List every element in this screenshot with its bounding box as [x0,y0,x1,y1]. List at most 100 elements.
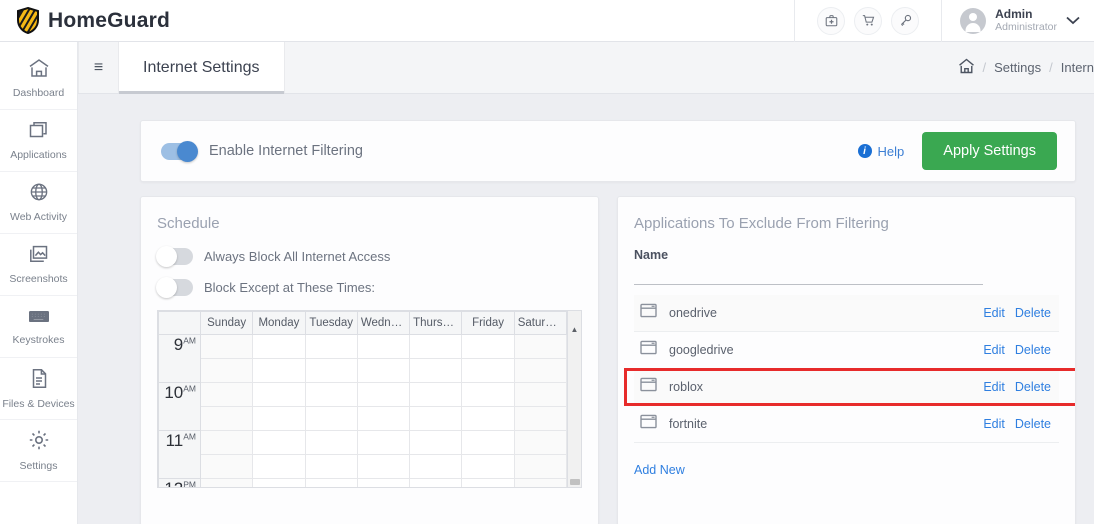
schedule-cell[interactable] [304,454,358,479]
schedule-cell[interactable] [304,382,358,407]
delete-link[interactable]: Delete [1015,380,1051,394]
schedule-cell[interactable] [356,382,411,407]
schedule-cell[interactable] [513,430,567,455]
edit-link[interactable]: Edit [983,417,1005,431]
enable-internet-filtering-toggle[interactable] [161,140,198,162]
schedule-cell[interactable] [409,478,463,487]
schedule-cell[interactable] [356,454,411,479]
table-row[interactable]: roblox Edit Delete [624,368,1075,406]
image-stack-icon [28,244,50,269]
schedule-cell[interactable] [409,430,463,455]
app-name: fortnite [669,417,708,431]
schedule-cell[interactable] [513,406,567,431]
schedule-cell[interactable] [199,454,254,479]
schedule-cell[interactable] [252,334,306,359]
schedule-cell[interactable] [304,478,358,487]
schedule-cell[interactable] [356,334,411,359]
schedule-cell[interactable] [461,358,515,383]
schedule-cell[interactable] [513,382,567,407]
day-header: Saturday [513,311,567,335]
key-icon[interactable] [891,6,920,35]
home-icon[interactable] [958,58,975,77]
schedule-cell[interactable] [252,406,306,431]
sidebar-item-label: Keystrokes [12,334,65,347]
schedule-cell[interactable] [252,382,306,407]
add-new-link[interactable]: Add New [634,463,1059,477]
table-row[interactable]: fortnite Edit Delete [634,406,1059,443]
schedule-cell[interactable] [461,406,515,431]
block-except-toggle[interactable] [156,277,193,298]
scrollbar-thumb[interactable] [570,479,580,485]
day-header: Monday [252,311,306,335]
schedule-cell[interactable] [409,406,463,431]
avatar [960,7,987,34]
edit-link[interactable]: Edit [983,306,1005,320]
edit-link[interactable]: Edit [983,343,1005,357]
schedule-cell[interactable] [461,454,515,479]
sidebar-item-dashboard[interactable]: Dashboard [0,48,77,110]
delete-link[interactable]: Delete [1015,417,1051,431]
table-row[interactable]: googledrive Edit Delete [634,332,1059,369]
schedule-cell[interactable] [304,334,358,359]
sidebar-item-files-devices[interactable]: Files & Devices [0,358,77,420]
schedule-cell[interactable] [199,334,254,359]
chevron-down-icon[interactable] [1066,12,1080,30]
brand-logo[interactable]: HomeGuard [0,6,170,35]
schedule-cell[interactable] [356,358,411,383]
schedule-cell[interactable] [513,478,567,487]
delete-link[interactable]: Delete [1015,306,1051,320]
schedule-scrollbar[interactable]: ▲ [567,311,581,487]
schedule-cell[interactable] [409,358,463,383]
breadcrumb-sep-2: / [1049,60,1053,75]
schedule-cell[interactable] [409,382,463,407]
hour-number: 12 [164,479,183,487]
always-block-toggle[interactable] [156,246,193,267]
schedule-cell[interactable] [461,334,515,359]
help-link[interactable]: i Help [857,144,904,159]
schedule-cell[interactable] [199,478,254,487]
schedule-cell[interactable] [252,478,306,487]
schedule-cell[interactable] [304,430,358,455]
schedule-cell[interactable] [461,382,515,407]
schedule-cell[interactable] [252,430,306,455]
breadcrumb-item-settings[interactable]: Settings [994,60,1041,75]
schedule-cell[interactable] [304,406,358,431]
schedule-body: 9AM 10AM 11AM PM [158,334,567,487]
schedule-cell[interactable] [461,430,515,455]
sidebar-item-settings[interactable]: Settings [0,420,77,482]
delete-link[interactable]: Delete [1015,343,1051,357]
table-row[interactable]: onedrive Edit Delete [634,295,1059,332]
apply-settings-button[interactable]: Apply Settings [922,132,1057,170]
schedule-cell[interactable] [252,358,306,383]
schedule-cell[interactable] [199,358,254,383]
schedule-cell[interactable] [356,406,411,431]
schedule-cell[interactable] [513,334,567,359]
tab-internet-settings[interactable]: Internet Settings [118,42,285,94]
home-icon [28,58,50,83]
schedule-cell[interactable] [356,430,411,455]
sidebar-item-applications[interactable]: Applications [0,110,77,172]
breadcrumb-item-internet[interactable]: Intern [1061,60,1094,75]
user-menu[interactable]: Admin Administrator [942,0,1094,42]
schedule-cell[interactable] [199,382,254,407]
schedule-cell[interactable] [252,454,306,479]
header-icon-group [794,0,943,42]
first-aid-kit-icon[interactable] [817,6,846,35]
edit-link[interactable]: Edit [983,380,1005,394]
sidebar-item-web-activity[interactable]: Web Activity [0,172,77,234]
schedule-cell[interactable] [199,430,254,455]
sidebar-item-screenshots[interactable]: Screenshots [0,234,77,296]
schedule-cell[interactable] [513,358,567,383]
schedule-cell[interactable] [409,334,463,359]
schedule-cell[interactable] [356,478,411,487]
schedule-cell[interactable] [304,358,358,383]
schedule-cell[interactable] [199,406,254,431]
shopping-cart-icon[interactable] [854,6,883,35]
schedule-row [159,358,567,383]
schedule-cell[interactable] [409,454,463,479]
sidebar-item-keystrokes[interactable]: Keystrokes [0,296,77,358]
schedule-cell[interactable] [513,454,567,479]
schedule-cell[interactable] [461,478,515,487]
sidebar-toggle-button[interactable]: ≡ [78,42,118,93]
scroll-up-arrow-icon[interactable]: ▲ [571,325,579,334]
